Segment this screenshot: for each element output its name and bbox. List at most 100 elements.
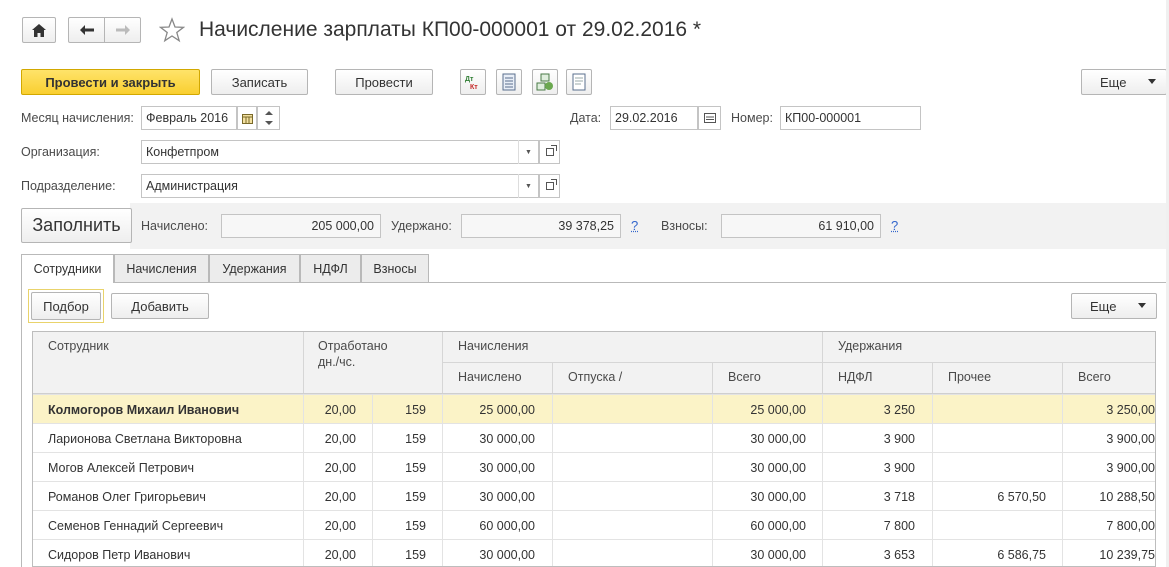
- stepper-up-icon[interactable]: [265, 111, 273, 115]
- pick-button[interactable]: Подбор: [31, 292, 101, 320]
- date-calendar-button[interactable]: [698, 106, 721, 130]
- cell-hours: 159: [405, 402, 426, 417]
- svg-text:Кт: Кт: [470, 84, 478, 91]
- month-label: Месяц начисления:: [21, 111, 134, 125]
- stepper-down-icon[interactable]: [265, 121, 273, 125]
- col-employee[interactable]: Сотрудник: [33, 339, 109, 353]
- organization-label: Организация:: [21, 145, 100, 159]
- date-value: 29.02.2016: [615, 111, 678, 125]
- cell-employee: Ларионова Светлана Викторовна: [48, 431, 242, 446]
- cell-accruals-total: 30 000,00: [750, 489, 806, 504]
- cell-accrued: 30 000,00: [479, 489, 535, 504]
- cell-other: [933, 511, 1046, 540]
- organization-dropdown-button[interactable]: ▼: [518, 140, 538, 164]
- cell-hours: 159: [405, 518, 426, 533]
- report-button[interactable]: [496, 69, 522, 95]
- document-icon: [572, 73, 586, 91]
- number-value: КП00-000001: [785, 111, 862, 125]
- cell-ndfl: 3 250: [883, 402, 915, 417]
- home-button[interactable]: [22, 17, 56, 43]
- date-field[interactable]: 29.02.2016: [610, 106, 698, 130]
- post-button[interactable]: Провести: [335, 69, 433, 95]
- cell-employee: Колмогоров Михаил Иванович: [48, 402, 240, 417]
- cell-employee: Семенов Геннадий Сергеевич: [48, 518, 224, 533]
- date-label: Дата:: [570, 111, 602, 125]
- cell-days: 20,00: [324, 460, 356, 475]
- col-worked[interactable]: Отработано: [303, 339, 388, 353]
- col-ndfl[interactable]: НДФЛ: [823, 370, 873, 384]
- cell-employee: Романов Олег Григорьевич: [48, 489, 206, 504]
- department-dropdown-button[interactable]: ▼: [518, 174, 538, 198]
- department-field[interactable]: Администрация ▼: [141, 174, 539, 198]
- cell-vacation: [553, 482, 693, 511]
- cell-deductions-total: 3 250,00: [1106, 402, 1155, 417]
- cell-ndfl: 3 900: [883, 431, 915, 446]
- col-other[interactable]: Прочее: [933, 370, 991, 384]
- cell-days: 20,00: [324, 431, 356, 446]
- tab-deductions[interactable]: Удержания: [209, 254, 300, 282]
- department-value: Администрация: [146, 179, 238, 193]
- table-row[interactable]: Могов Алексей Петрович 20,00 159 30 000,00 3…: [33, 452, 1155, 482]
- contributions-total-value: 61 910,00: [818, 219, 874, 233]
- structure-icon: [536, 73, 553, 91]
- save-button[interactable]: Записать: [211, 69, 308, 95]
- month-calendar-button[interactable]: [237, 106, 257, 130]
- tab-employees[interactable]: Сотрудники: [21, 254, 114, 283]
- withheld-total-field: 39 378,25: [461, 214, 621, 238]
- back-button[interactable]: [68, 17, 105, 43]
- cell-deductions-total: 3 900,00: [1106, 431, 1155, 446]
- cell-days: 20,00: [324, 547, 356, 562]
- col-accrued[interactable]: Начислено: [443, 370, 522, 384]
- col-accruals-total[interactable]: Всего: [713, 370, 761, 384]
- month-field[interactable]: Февраль 2016: [141, 106, 237, 130]
- cell-hours: 159: [405, 431, 426, 446]
- cell-hours: 159: [405, 460, 426, 475]
- tab-contributions[interactable]: Взносы: [361, 254, 429, 282]
- cell-vacation: [553, 453, 693, 482]
- table-row[interactable]: Романов Олег Григорьевич 20,00 159 30 000,0…: [33, 481, 1155, 511]
- cell-ndfl: 3 718: [883, 489, 915, 504]
- debit-credit-icon: Дт Кт: [465, 76, 478, 91]
- col-deductions-total[interactable]: Всего: [1063, 370, 1111, 384]
- forward-button[interactable]: [104, 17, 141, 43]
- table-row[interactable]: Семенов Геннадий Сергеевич 20,00 159 60 000…: [33, 510, 1155, 540]
- contributions-label: Взносы:: [661, 219, 708, 233]
- organization-open-button[interactable]: [539, 140, 560, 164]
- more-label: Еще: [1100, 74, 1127, 90]
- cell-accrued: 30 000,00: [479, 431, 535, 446]
- withheld-help-icon[interactable]: ?: [631, 218, 638, 233]
- add-button[interactable]: Добавить: [111, 293, 209, 319]
- fill-button[interactable]: Заполнить: [21, 208, 132, 243]
- table-row[interactable]: Колмогоров Михаил Иванович 20,00 159 25 000…: [33, 394, 1155, 424]
- table-row[interactable]: Ларионова Светлана Викторовна 20,00 159 30 …: [33, 423, 1155, 453]
- cell-other: [933, 453, 1046, 482]
- arrow-right-icon: [115, 25, 130, 35]
- cell-hours: 159: [405, 489, 426, 504]
- home-icon: [32, 23, 46, 37]
- post-and-close-button[interactable]: Провести и закрыть: [21, 69, 200, 95]
- favorite-star-icon[interactable]: [158, 17, 186, 43]
- cell-deductions-total: 10 239,75: [1099, 547, 1155, 562]
- employees-table: Сотрудник Отработано дн./чс. Начисления …: [32, 331, 1156, 567]
- department-open-button[interactable]: [539, 174, 560, 198]
- debit-credit-button[interactable]: Дт Кт: [460, 69, 486, 95]
- print-button[interactable]: [566, 69, 592, 95]
- cell-hours: 159: [405, 547, 426, 562]
- month-stepper[interactable]: [257, 106, 280, 130]
- cell-accrued: 25 000,00: [479, 402, 535, 417]
- cell-accrued: 60 000,00: [479, 518, 535, 533]
- structure-button[interactable]: [532, 69, 558, 95]
- withheld-label: Удержано:: [391, 219, 452, 233]
- tab-accruals[interactable]: Начисления: [114, 254, 209, 282]
- tab-ndfl[interactable]: НДФЛ: [300, 254, 361, 282]
- organization-value: Конфетпром: [146, 145, 219, 159]
- table-more-menu-button[interactable]: Еще: [1071, 293, 1157, 319]
- cell-accruals-total: 60 000,00: [750, 518, 806, 533]
- contributions-help-icon[interactable]: ?: [891, 218, 898, 233]
- table-row[interactable]: Сидоров Петр Иванович 20,00 159 30 000,00 30…: [33, 539, 1155, 566]
- cell-accruals-total: 30 000,00: [750, 431, 806, 446]
- organization-field[interactable]: Конфетпром ▼: [141, 140, 539, 164]
- more-menu-button[interactable]: Еще: [1081, 69, 1167, 95]
- number-field[interactable]: КП00-000001: [780, 106, 921, 130]
- col-vacation[interactable]: Отпуска /: [553, 370, 622, 384]
